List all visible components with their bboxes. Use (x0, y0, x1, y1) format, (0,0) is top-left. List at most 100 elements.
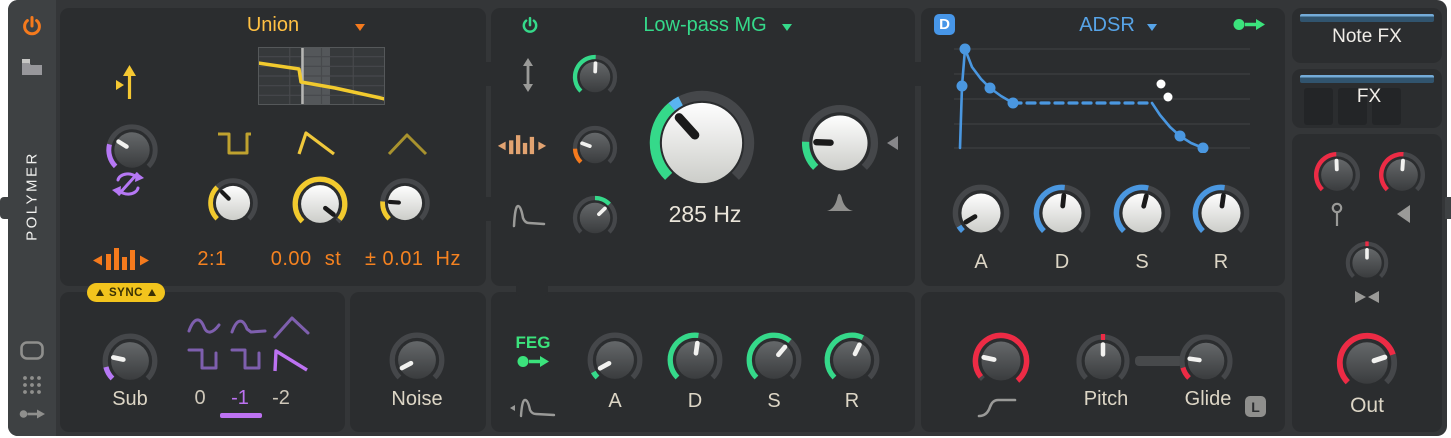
amp-decay-knob[interactable] (1030, 181, 1094, 245)
phase-randomize-icon[interactable] (110, 170, 146, 198)
amp-env-mod-source-icon[interactable] (1232, 16, 1266, 33)
feg-release-label: R (845, 390, 859, 413)
glide-mode-badge[interactable]: L (1245, 396, 1266, 417)
pulse-wave-icon[interactable] (216, 130, 253, 157)
sub-square-icon (189, 350, 216, 368)
filter-adsr-connector (913, 62, 923, 86)
saw-wave-icon[interactable] (296, 129, 337, 157)
preset-folder-icon[interactable] (21, 58, 43, 76)
fx-chain-bar[interactable] (1300, 75, 1434, 83)
chevron-down-icon[interactable] (1147, 24, 1157, 31)
feg-decay-label: D (688, 390, 702, 413)
feg-curve-icon[interactable] (510, 398, 556, 418)
note-fx-label[interactable]: Note FX (1332, 26, 1402, 48)
osc-ratio-value[interactable]: 2:1 (197, 248, 226, 271)
sub-octave-minus2[interactable]: -2 (272, 387, 290, 410)
highpass-knob[interactable] (969, 329, 1033, 393)
triangle-wave-icon[interactable] (387, 132, 428, 156)
detune-unit: Hz (436, 248, 461, 270)
vertical-range-icon[interactable] (520, 58, 536, 92)
oscillator-waveform-preview[interactable] (258, 47, 385, 105)
amp-sustain-knob[interactable] (1110, 181, 1174, 245)
feg-mod-source-icon[interactable] (516, 353, 550, 370)
velocity-pin-icon (1330, 202, 1344, 228)
feg-decay-knob[interactable] (664, 329, 726, 391)
sub-octave-0[interactable]: 0 (194, 387, 205, 410)
sub-level-knob[interactable] (99, 330, 161, 392)
velocity-sensitivity-knob[interactable] (1311, 149, 1363, 201)
out-label: Out (1350, 394, 1384, 418)
feg-release-knob[interactable] (821, 329, 883, 391)
fx-label[interactable]: FX (1357, 86, 1381, 108)
noise-level-knob[interactable] (386, 329, 448, 391)
osc-detune-value[interactable]: ± 0.01 Hz (365, 248, 461, 271)
pitch-label: Pitch (1084, 388, 1128, 411)
pitch-knob[interactable] (1073, 331, 1133, 391)
filter-type-dropdown[interactable]: Low-pass MG (643, 14, 766, 37)
detune-number[interactable]: ± 0.01 (365, 248, 423, 270)
note-fx-chain-bar[interactable] (1300, 14, 1434, 22)
filter-env-mod-icon[interactable] (512, 202, 546, 228)
filter-keytrack-knob[interactable] (570, 123, 620, 173)
amp-release-knob[interactable] (1189, 181, 1253, 245)
amp-release-label: R (1214, 251, 1228, 274)
filter-resonance-knob[interactable] (797, 100, 883, 186)
device-name-label: POLYMER (24, 151, 41, 241)
feg-sustain-knob[interactable] (743, 329, 805, 391)
amp-attack-knob[interactable] (949, 181, 1013, 245)
pan-knob[interactable] (1343, 239, 1391, 287)
amp-envelope-graph[interactable] (950, 41, 1262, 153)
osc-pitch-offset-value[interactable]: 0.00 st (271, 248, 342, 271)
crossfade-bowtie-icon (1354, 290, 1380, 304)
sub-label: Sub (112, 388, 148, 411)
osc-saw-level-knob[interactable] (289, 173, 351, 235)
glide-label: Glide (1185, 388, 1232, 411)
filter-power-icon[interactable] (520, 15, 540, 37)
chevron-down-icon[interactable] (782, 24, 792, 31)
filter-cutoff-knob[interactable] (643, 84, 761, 202)
osc-pulse-level-knob[interactable] (205, 175, 261, 231)
modulation-out-icon[interactable] (18, 406, 46, 422)
amp-sustain-label: S (1135, 251, 1148, 274)
filter-drive-knob[interactable] (570, 52, 620, 102)
sub-wave-selector[interactable] (185, 313, 313, 379)
feg-attack-knob[interactable] (584, 329, 646, 391)
filter-env-amount-knob[interactable] (570, 193, 620, 243)
feg-attack-label: A (608, 390, 621, 413)
sync-label: SYNC (109, 287, 143, 299)
osc-filter-connector2 (482, 197, 493, 221)
polymer-device: POLYMER Union (8, 0, 1447, 436)
device-right-connector (1445, 197, 1451, 219)
amp-decay-label: D (1055, 251, 1069, 274)
sub-half-sine-icon (232, 321, 265, 332)
feg-title: FEG (516, 333, 551, 353)
device-badge[interactable]: D (934, 14, 955, 35)
device-left-connector (0, 197, 8, 219)
sub-sine-icon (189, 320, 219, 332)
osc-filter-connector (482, 62, 493, 86)
noise-label: Noise (391, 388, 442, 411)
sub-octave-minus1-selected[interactable]: -1 (231, 387, 249, 410)
highpass-curve-icon (977, 397, 1017, 418)
feg-sustain-label: S (767, 390, 780, 413)
sub-triangle-icon (275, 318, 308, 337)
output-volume-knob[interactable] (1333, 329, 1401, 397)
osc-triangle-level-knob[interactable] (377, 175, 433, 231)
unison-rise-icon[interactable] (115, 63, 140, 100)
glide-knob[interactable] (1176, 331, 1236, 391)
osc-type-dropdown[interactable]: Union (247, 14, 299, 37)
amp-level-knob[interactable] (1376, 149, 1428, 201)
pitch-offset-number[interactable]: 0.00 (271, 248, 312, 270)
device-power-icon[interactable] (20, 15, 44, 39)
filter-cutoff-value[interactable]: 285 Hz (669, 201, 742, 228)
filter-keytrack-icon[interactable] (497, 132, 547, 159)
sync-up-arrow-icon (148, 289, 156, 296)
dots-grid-icon[interactable] (21, 374, 43, 396)
fx-slot[interactable] (1304, 88, 1333, 125)
chevron-down-icon[interactable] (355, 24, 365, 31)
amp-env-type-dropdown[interactable]: ADSR (1079, 14, 1135, 37)
device-header-strip[interactable]: POLYMER (8, 0, 56, 436)
sync-badge[interactable]: SYNC (87, 283, 165, 302)
keytrack-icon[interactable] (92, 245, 150, 275)
remote-controls-icon[interactable] (20, 341, 44, 360)
